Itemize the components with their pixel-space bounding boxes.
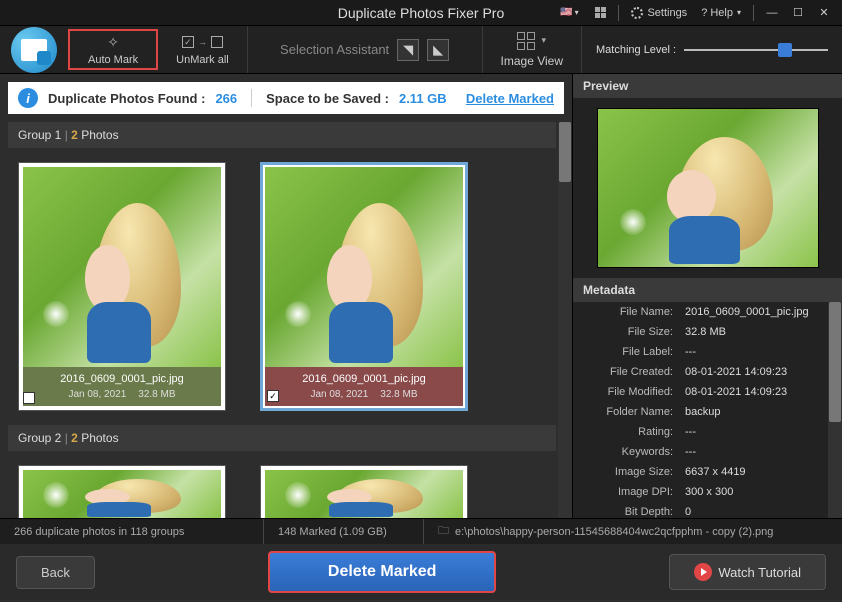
found-label: Duplicate Photos Found : xyxy=(48,91,205,106)
unmark-icon: ✓→ xyxy=(182,33,223,51)
matching-level-label: Matching Level : xyxy=(596,44,676,56)
metadata-row: File Size:32.8 MB xyxy=(573,322,842,342)
settings-button[interactable]: Settings xyxy=(625,7,693,19)
close-button[interactable]: ✕ xyxy=(812,3,836,23)
space-value: 2.11 GB xyxy=(399,91,447,106)
group-header: Group 1 | 2 Photos xyxy=(8,122,556,148)
metadata-scrollbar[interactable] xyxy=(828,302,842,518)
help-button[interactable]: ? Help▾ xyxy=(695,7,747,19)
photo-thumbnail[interactable]: 2016_0609_0001_pic.jpgJan 08, 202132.8 M… xyxy=(18,162,226,411)
info-icon: i xyxy=(18,88,38,108)
slider-thumb[interactable] xyxy=(778,43,792,57)
metadata-row: File Label:--- xyxy=(573,342,842,362)
minimize-button[interactable]: — xyxy=(760,3,784,23)
info-bar: i Duplicate Photos Found : 266 Space to … xyxy=(8,82,564,114)
metadata-row: Rating:--- xyxy=(573,422,842,442)
watch-tutorial-button[interactable]: Watch Tutorial xyxy=(669,554,826,590)
selection-tool-1[interactable]: ◥ xyxy=(397,39,419,61)
gear-icon xyxy=(631,7,643,19)
metadata-row: File Created:08-01-2021 14:09:23 xyxy=(573,362,842,382)
language-flag[interactable]: 🇺🇸▾ xyxy=(552,3,586,23)
selection-assistant-label: Selection Assistant xyxy=(280,42,389,57)
thumbnail-checkbox[interactable] xyxy=(23,392,35,404)
metadata-row: Bit Depth:0 xyxy=(573,502,842,518)
scroll-thumb[interactable] xyxy=(559,122,571,182)
delete-marked-button[interactable]: Delete Marked xyxy=(268,551,497,593)
found-count: 266 xyxy=(215,91,237,106)
metadata-row: File Name:2016_0609_0001_pic.jpg xyxy=(573,302,842,322)
auto-mark-button[interactable]: ✧ Auto Mark xyxy=(68,29,158,70)
thumbnail-caption: 2016_0609_0001_pic.jpgJan 08, 202132.8 M… xyxy=(23,367,221,406)
image-view-button[interactable]: ▾ Image View xyxy=(483,26,582,73)
wand-icon: ✧ xyxy=(107,33,119,51)
photo-thumbnail[interactable]: 2016_0609_0001_pic.jpgJan 08, 202132.8 M… xyxy=(260,162,468,411)
metadata-row: Image DPI:300 x 300 xyxy=(573,482,842,502)
metadata-row: Folder Name:backup xyxy=(573,402,842,422)
thumbnail-checkbox[interactable]: ✓ xyxy=(267,390,279,402)
groups-scrollbar[interactable] xyxy=(558,122,572,518)
matching-level-slider[interactable] xyxy=(684,49,828,51)
apps-grid-icon[interactable] xyxy=(588,3,612,23)
status-marked: 148 Marked (1.09 GB) xyxy=(264,519,424,544)
play-icon xyxy=(694,563,712,581)
maximize-button[interactable]: ☐ xyxy=(786,3,810,23)
delete-marked-link[interactable]: Delete Marked xyxy=(466,91,554,106)
folder-icon: 🗀 xyxy=(438,522,449,541)
selection-tool-2[interactable]: ◣ xyxy=(427,39,449,61)
photo-thumbnail[interactable] xyxy=(260,465,468,518)
selection-assistant: Selection Assistant ◥ ◣ xyxy=(248,26,483,73)
metadata-header: Metadata xyxy=(573,278,842,302)
metadata-row: Image Size:6637 x 4419 xyxy=(573,462,842,482)
group-header: Group 2 | 2 Photos xyxy=(8,425,556,451)
preview-image xyxy=(597,108,819,268)
thumbnail-caption: 2016_0609_0001_pic.jpgJan 08, 202132.8 M… xyxy=(265,367,463,406)
space-label: Space to be Saved : xyxy=(266,91,389,106)
grid-view-icon xyxy=(517,32,535,50)
scroll-thumb[interactable] xyxy=(829,302,841,422)
back-button[interactable]: Back xyxy=(16,556,95,589)
unmark-all-button[interactable]: ✓→ UnMark all xyxy=(158,26,248,73)
status-path: 🗀e:\photos\happy-person-11545688404wc2qc… xyxy=(424,519,842,544)
preview-header: Preview xyxy=(573,74,842,98)
metadata-row: File Modified:08-01-2021 14:09:23 xyxy=(573,382,842,402)
app-logo xyxy=(0,26,68,73)
photo-thumbnail[interactable] xyxy=(18,465,226,518)
metadata-row: Keywords:--- xyxy=(573,442,842,462)
status-dup-groups: 266 duplicate photos in 118 groups xyxy=(0,519,264,544)
